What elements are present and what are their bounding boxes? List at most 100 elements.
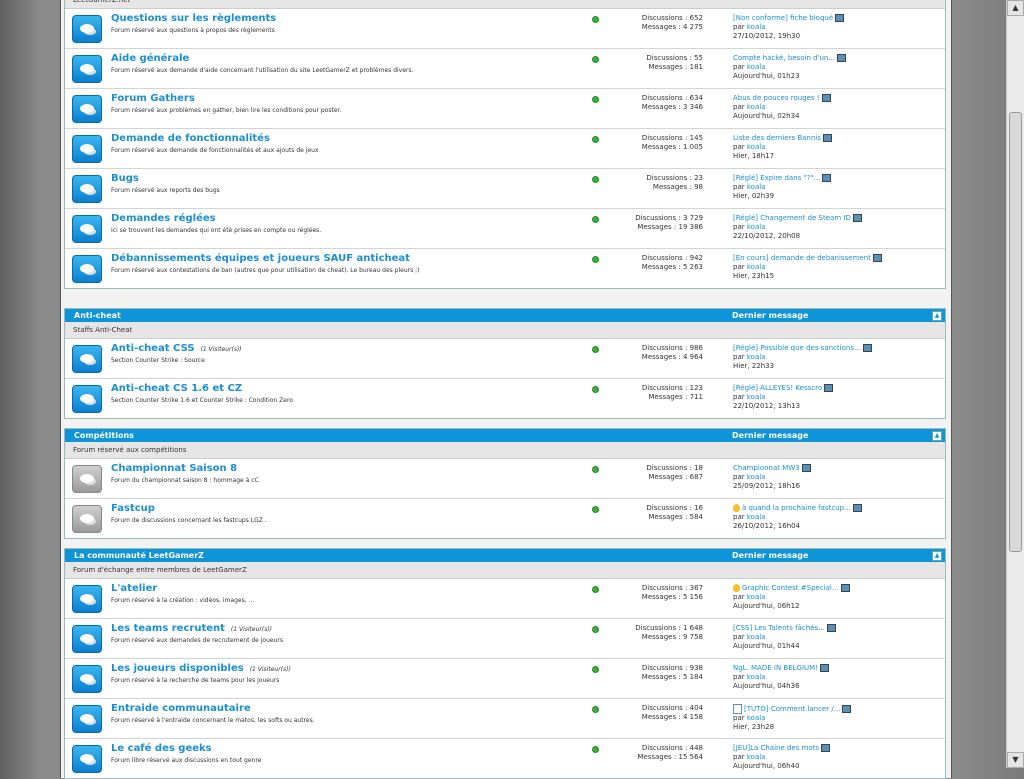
visitor-count: (1 Visiteur(s)) — [249, 666, 291, 673]
discussions-count: 16 — [694, 504, 703, 512]
last-post-author[interactable]: koala — [747, 143, 766, 151]
last-post-link[interactable]: NgL. MADE IN BELGIUM! — [733, 664, 818, 672]
discussions-label: Discussions : — [641, 134, 688, 142]
discussions-count: 123 — [689, 384, 703, 392]
category-title[interactable]: La communauté LeetGamerZ — [74, 551, 204, 560]
collapse-icon[interactable]: ▲ — [932, 311, 942, 321]
messages-count: 181 — [689, 63, 703, 71]
last-post-info: [Réglé] Expire dans "?"... par koala Hier,… — [733, 174, 832, 201]
forum-title-link[interactable]: Débannissements équipes et joueurs SAUF … — [111, 253, 410, 264]
discussions-count: 3 729 — [682, 214, 703, 222]
last-post-link[interactable]: [Réglé] Possible que des sanctions... — [733, 344, 861, 352]
scroll-up-arrow-icon[interactable]: ▲ — [1007, 0, 1024, 16]
last-post-link[interactable]: Abus de pouces rouges ! — [733, 94, 820, 102]
go-to-post-icon[interactable] — [820, 664, 830, 672]
last-post-link[interactable]: Compte hacké, besoin d'un... — [733, 54, 835, 62]
by-label: par — [733, 593, 745, 601]
go-to-post-icon[interactable] — [852, 214, 862, 222]
last-post-author[interactable]: koala — [747, 183, 766, 191]
last-post-link[interactable]: [JEU]La Chaine des mots — [733, 744, 819, 752]
go-to-post-icon[interactable] — [852, 504, 862, 512]
scroll-down-arrow-icon[interactable]: ▼ — [1007, 752, 1024, 768]
last-post-link[interactable]: [CSS] Les Talents fâchés... — [733, 624, 825, 632]
forum-title-link[interactable]: Les joueurs disponibles — [111, 663, 244, 674]
last-post-link[interactable]: Championnat MW3 — [733, 464, 800, 472]
forum-title-link[interactable]: Entraide communautaire — [111, 703, 251, 714]
last-post-author[interactable]: koala — [747, 513, 766, 521]
last-post-author[interactable]: koala — [747, 223, 766, 231]
forum-title-link[interactable]: Fastcup — [111, 503, 155, 514]
category-header: La communauté LeetGamerZ Dernier message ▲ — [65, 549, 945, 562]
last-post-author[interactable]: koala — [747, 103, 766, 111]
forum-title-link[interactable]: L'atelier — [111, 583, 157, 594]
last-post-date: Aujourd'hui, 04h36 — [733, 682, 800, 690]
last-post-link[interactable]: [TUTO] Comment lancer /... — [744, 705, 840, 713]
last-post-info: [Réglé] Possible que des sanctions... par… — [733, 344, 872, 371]
forum-stats: Discussions : 16 Messages : 584 — [625, 504, 703, 522]
last-post-link[interactable]: à quand la prochaine fastcup... — [742, 504, 851, 512]
go-to-post-icon[interactable] — [824, 384, 834, 392]
category-title[interactable]: Anti-cheat — [74, 311, 121, 320]
collapse-icon[interactable]: ▲ — [932, 431, 942, 441]
forum-title-link[interactable]: Les teams recrutent — [111, 623, 225, 634]
last-post-author[interactable]: koala — [747, 263, 766, 271]
collapse-icon[interactable]: ▲ — [932, 551, 942, 561]
forum-title-link[interactable]: Championnat Saison 8 — [111, 463, 237, 474]
last-post-link[interactable]: Liste des derniers Bannis — [733, 134, 821, 142]
last-post-link[interactable]: [Réglé] ALLEYES! Kesscro — [733, 384, 822, 392]
forum-title-link[interactable]: Forum Gathers — [111, 93, 195, 104]
discussions-label: Discussions : — [641, 664, 688, 672]
forum-description: Section Counter Strike 1.6 et Counter St… — [111, 397, 293, 404]
forum-title-link[interactable]: Demandes réglées — [111, 213, 216, 224]
go-to-post-icon[interactable] — [801, 464, 811, 472]
go-to-post-icon[interactable] — [840, 584, 850, 592]
last-post-author[interactable]: koala — [747, 714, 766, 722]
go-to-post-icon[interactable] — [821, 94, 831, 102]
forum-row: Bugs Forum réservé aux reports des bugs Di… — [65, 169, 945, 209]
go-to-post-icon[interactable] — [822, 134, 832, 142]
forum-stats: Discussions : 986 Messages : 4 964 — [625, 344, 703, 362]
last-post-author[interactable]: koala — [747, 393, 766, 401]
forum-row: Les joueurs disponibles (1 Visiteur(s)) Fo… — [65, 659, 945, 699]
last-post-author[interactable]: koala — [747, 673, 766, 681]
last-post-author[interactable]: koala — [747, 753, 766, 761]
chat-bubble-icon — [80, 64, 94, 73]
new-posts-icon — [592, 96, 599, 103]
by-label: par — [733, 23, 745, 31]
last-post-author[interactable]: koala — [747, 63, 766, 71]
vertical-scrollbar[interactable]: ▲ ▼ — [1006, 0, 1024, 768]
forum-title-link[interactable]: Questions sur les règlements — [111, 13, 276, 24]
go-to-post-icon[interactable] — [842, 705, 852, 713]
last-post-link[interactable]: [Non conforme] fiche bloqué — [733, 14, 833, 22]
go-to-post-icon[interactable] — [837, 54, 847, 62]
forum-title-link[interactable]: Anti-cheat CSS — [111, 343, 195, 354]
forum-title-link[interactable]: Bugs — [111, 173, 139, 184]
scroll-thumb[interactable] — [1009, 112, 1022, 552]
last-post-author[interactable]: koala — [747, 23, 766, 31]
last-post-link[interactable]: [Réglé] Changement de Steam ID — [733, 214, 851, 222]
last-post-author[interactable]: koala — [747, 473, 766, 481]
last-post-author[interactable]: koala — [747, 633, 766, 641]
go-to-post-icon[interactable] — [821, 744, 831, 752]
last-post-author[interactable]: koala — [747, 593, 766, 601]
chat-bubble-icon — [80, 224, 94, 233]
last-post-link[interactable]: [En cours] demande de debanissement — [733, 254, 871, 262]
last-post-link[interactable]: [Réglé] Expire dans "?"... — [733, 174, 820, 182]
go-to-post-icon[interactable] — [835, 14, 845, 22]
forum-title-link[interactable]: Aide générale — [111, 53, 189, 64]
forum-title-link[interactable]: Anti-cheat CS 1.6 et CZ — [111, 383, 242, 394]
go-to-post-icon[interactable] — [862, 344, 872, 352]
forum-row: Fastcup Forum de discussions concernant l… — [65, 499, 945, 538]
new-posts-icon — [592, 586, 599, 593]
last-post-info: [CSS] Les Talents fâchés... par koala Aujo… — [733, 624, 836, 651]
category-title[interactable]: Compétitions — [74, 431, 134, 440]
forum-title-link[interactable]: Demande de fonctionnalités — [111, 133, 270, 144]
go-to-post-icon[interactable] — [872, 254, 882, 262]
last-post-author[interactable]: koala — [747, 353, 766, 361]
forum-title-link[interactable]: Le café des geeks — [111, 743, 212, 754]
go-to-post-icon[interactable] — [826, 624, 836, 632]
forum-stats: Discussions : 652 Messages : 4 275 — [625, 14, 703, 32]
last-post-link[interactable]: Graphic Contest #Special... — [742, 584, 839, 592]
new-posts-icon — [592, 216, 599, 223]
go-to-post-icon[interactable] — [822, 174, 832, 182]
